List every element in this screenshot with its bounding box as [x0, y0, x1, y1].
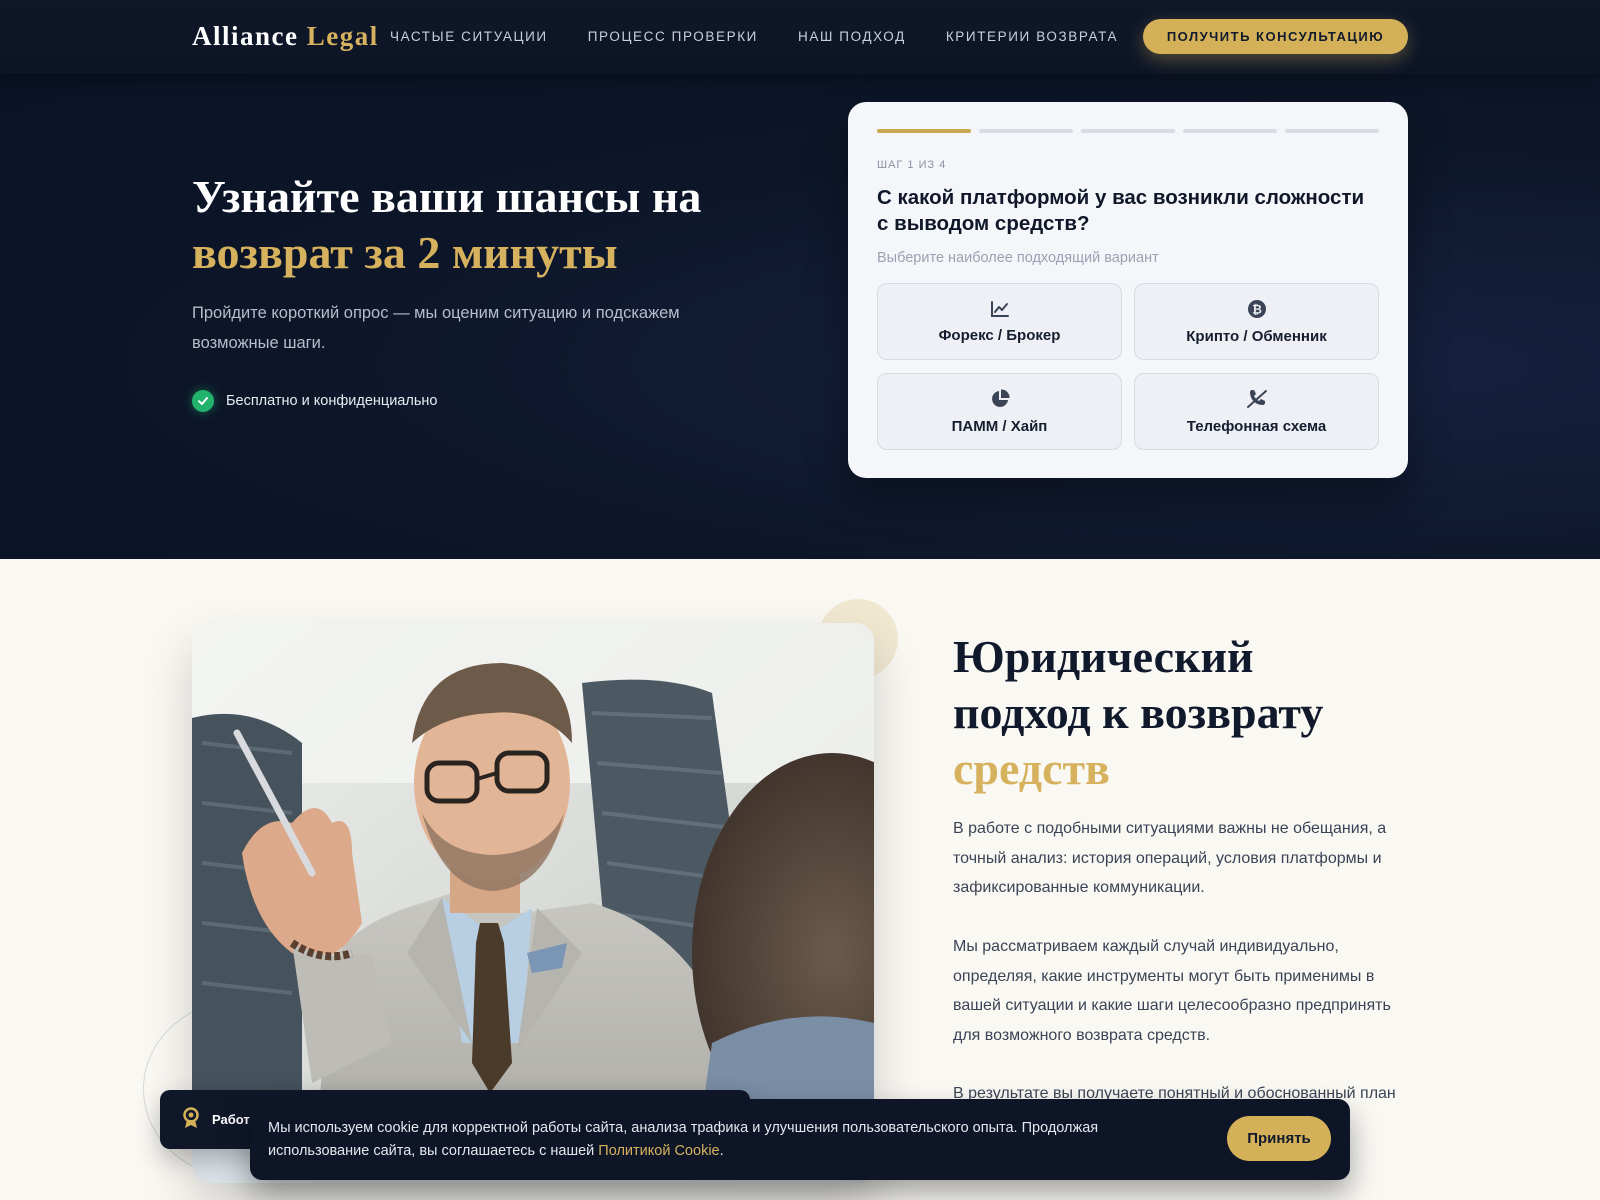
cookie-banner: Мы используем cookie для корректной рабо… [250, 1099, 1350, 1180]
hero-section: Узнайте ваши шансы на возврат за 2 минут… [0, 74, 1600, 559]
free-badge-label: Бесплатно и конфиденциально [226, 393, 438, 409]
approach-title-line1: Юридический [953, 631, 1254, 682]
progress-segment [1183, 129, 1277, 133]
cookie-policy-link[interactable]: Политикой Cookie [598, 1143, 719, 1159]
quiz-hint: Выберите наиболее подходящий вариант [877, 250, 1159, 266]
approach-title-line2: подход к возврату [953, 687, 1324, 738]
logo-accent: Legal [306, 21, 379, 51]
site-header: Alliance Legal ЧАСТЫЕ СИТУАЦИИ ПРОЦЕСС П… [0, 0, 1600, 74]
progress-segment [1285, 129, 1379, 133]
bitcoin-icon: ₿ [1247, 299, 1267, 319]
option-label: Форекс / Брокер [938, 326, 1061, 344]
approach-title: Юридический подход к возврату средств [953, 629, 1433, 797]
option-label: Телефонная схема [1186, 417, 1327, 435]
cookie-text: Мы используем cookie для корректной рабо… [268, 1117, 1138, 1163]
nav-item-approach[interactable]: НАШ ПОДХОД [798, 29, 906, 44]
nav-item-situations[interactable]: ЧАСТЫЕ СИТУАЦИИ [390, 29, 548, 44]
cookie-message-end: . [719, 1143, 724, 1159]
progress-segment [877, 129, 971, 133]
approach-paragraph-2: Мы рассматриваем каждый случай индивидуа… [953, 938, 1391, 1044]
hero-subtitle: Пройдите короткий опрос — мы оценим ситу… [192, 304, 680, 352]
hero-title-accent: возврат за 2 минуты [192, 227, 618, 278]
chart-line-icon [990, 300, 1010, 318]
quiz-step-label: ШАГ 1 ИЗ 4 [877, 159, 947, 171]
option-phone[interactable]: Телефонная схема [1134, 373, 1379, 450]
option-forex[interactable]: Форекс / Брокер [877, 283, 1122, 360]
phone-slash-icon [1246, 389, 1268, 409]
logo[interactable]: Alliance Legal [192, 21, 379, 52]
nav-item-criteria[interactable]: КРИТЕРИИ ВОЗВРАТА [946, 29, 1118, 44]
hero-title-line1: Узнайте ваши шансы на [192, 171, 702, 222]
svg-text:₿: ₿ [1252, 302, 1262, 316]
option-crypto[interactable]: ₿ Крипто / Обменник [1134, 283, 1379, 360]
free-badge: Бесплатно и конфиденциально [192, 390, 437, 412]
progress-segment [1081, 129, 1175, 133]
hero-title: Узнайте ваши шансы на возврат за 2 минут… [192, 169, 792, 281]
award-icon [182, 1107, 200, 1132]
quiz-question: С какой платформой у вас возникли сложно… [877, 186, 1365, 235]
check-icon [192, 390, 214, 412]
approach-title-accent: средств [953, 743, 1110, 794]
accept-cookies-button[interactable]: Принять [1227, 1116, 1331, 1161]
quiz-card: ШАГ 1 ИЗ 4 С какой платформой у вас возн… [848, 102, 1408, 478]
main-nav: ЧАСТЫЕ СИТУАЦИИ ПРОЦЕСС ПРОВЕРКИ НАШ ПОД… [390, 29, 1118, 44]
progress-segment [979, 129, 1073, 133]
consultation-button[interactable]: ПОЛУЧИТЬ КОНСУЛЬТАЦИЮ [1143, 19, 1408, 54]
pie-chart-icon [990, 388, 1010, 409]
nav-item-process[interactable]: ПРОЦЕСС ПРОВЕРКИ [588, 29, 758, 44]
logo-primary: Alliance [192, 21, 299, 51]
approach-paragraph-1: В работе с подобными ситуациями важны не… [953, 820, 1387, 896]
option-label: Крипто / Обменник [1186, 327, 1327, 345]
quiz-progress [877, 129, 1379, 133]
option-pamm[interactable]: ПАММ / Хайп [877, 373, 1122, 450]
option-label: ПАММ / Хайп [951, 417, 1048, 435]
